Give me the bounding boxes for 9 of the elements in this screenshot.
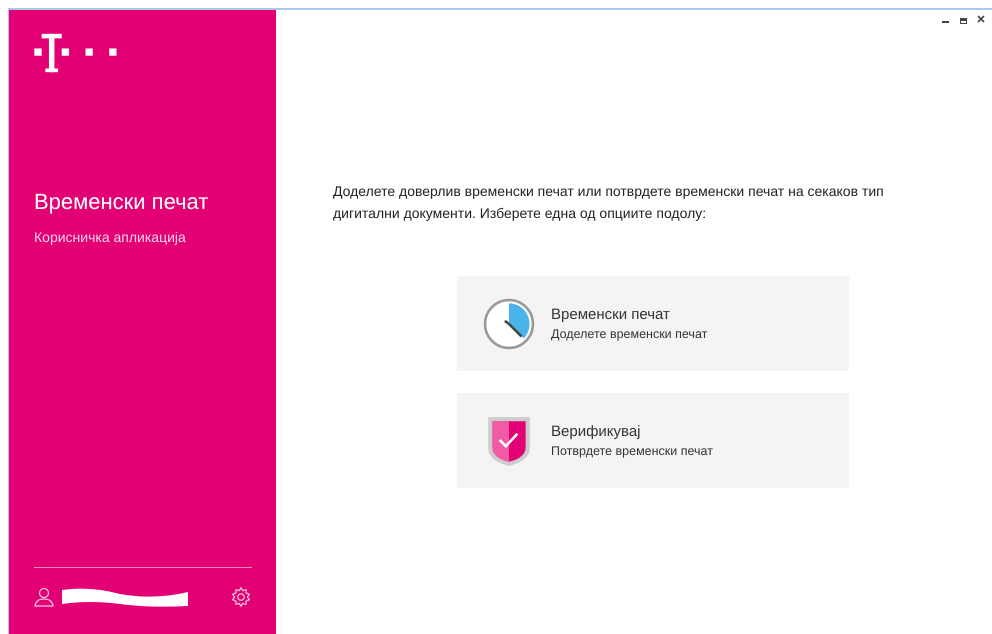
intro-text: Доделете доверлив временски печат или потврдете временски печат на секаков тип дигитални документи. Изберете една од опциите подолу: xyxy=(333,182,885,223)
app-title: Временски печат xyxy=(34,189,210,215)
close-icon[interactable] xyxy=(976,14,986,24)
settings-icon[interactable] xyxy=(230,586,252,608)
clock-icon xyxy=(483,298,535,350)
option-button[interactable]: Верификувај Потврдете временски печат xyxy=(457,393,849,488)
option-button[interactable]: Временски печат Доделете временски печат xyxy=(457,276,849,371)
app-subtitle: Корисничка апликација xyxy=(34,229,187,245)
user-icon xyxy=(34,587,54,607)
